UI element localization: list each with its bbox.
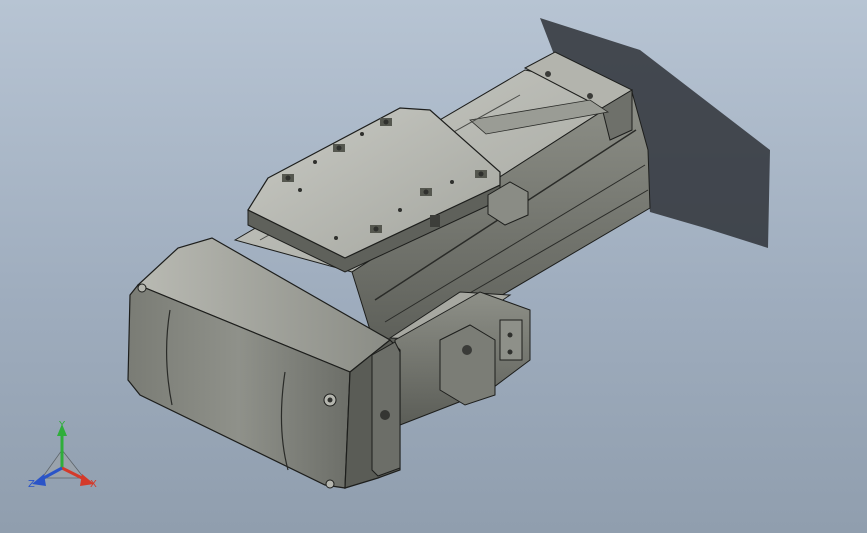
z-axis-label: Z	[28, 479, 35, 490]
x-axis-label: X	[90, 479, 97, 490]
adapter-block	[439, 324, 496, 406]
screw-hole	[587, 93, 593, 99]
motor-corner-bolt	[137, 283, 147, 293]
screw-hole	[507, 332, 513, 338]
motor-flange-hole	[380, 410, 390, 420]
cad-viewport[interactable]: Y X Z	[0, 0, 867, 533]
y-axis-label: Y	[58, 420, 66, 431]
screw-hole	[545, 71, 551, 77]
linear-actuator-model[interactable]: Y X Z	[0, 0, 867, 533]
adapter-hole	[462, 345, 472, 355]
screw-hole	[507, 349, 513, 355]
motor-corner-bolt-hole	[327, 397, 333, 403]
orientation-triad[interactable]: Y X Z	[28, 420, 97, 490]
motor-end-flange	[371, 341, 401, 477]
sensor-slot	[430, 215, 440, 227]
motor-corner-bolt	[325, 479, 335, 489]
